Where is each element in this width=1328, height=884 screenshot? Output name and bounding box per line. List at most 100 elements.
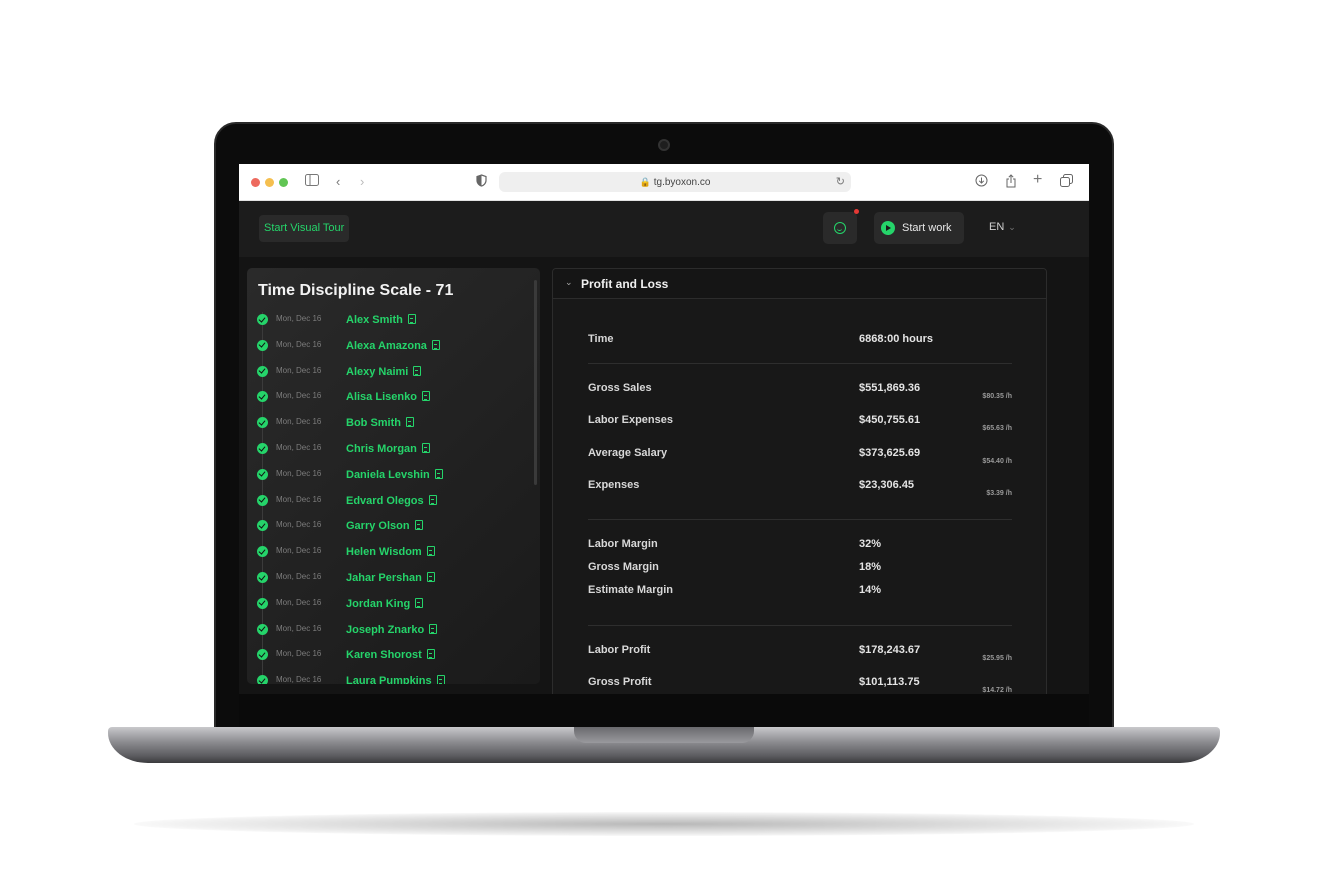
entry-date: Mon, Dec 16 xyxy=(276,623,322,633)
document-icon[interactable] xyxy=(429,623,438,634)
employee-name-link[interactable]: Joseph Znarko xyxy=(346,623,438,636)
document-icon[interactable] xyxy=(415,597,424,608)
timeline-item: Mon, Dec 16 Garry Olson xyxy=(247,520,527,540)
document-icon[interactable] xyxy=(426,572,435,582)
scrollbar[interactable] xyxy=(534,280,537,485)
document-icon[interactable] xyxy=(406,417,414,428)
employee-name-link[interactable]: Alex Smith xyxy=(346,314,416,326)
document-icon[interactable] xyxy=(413,365,422,376)
new-tab-icon[interactable]: + xyxy=(1033,172,1042,188)
employee-name-link[interactable]: Karen Shorost xyxy=(346,649,435,661)
employee-name-link[interactable]: Garry Olson xyxy=(346,520,423,532)
employee-name-link[interactable]: Jordan King xyxy=(346,597,424,610)
employee-name-link[interactable]: Alisa Lisenko xyxy=(346,391,430,403)
scale-title: Time Discipline Scale - 71 xyxy=(258,282,454,299)
address-bar[interactable]: 🔒 tg.byoxon.co ↻ xyxy=(499,172,851,192)
employee-name: Garry Olson xyxy=(346,520,410,533)
entry-date: Mon, Dec 16 xyxy=(276,443,322,452)
employee-name-link[interactable]: Helen Wisdom xyxy=(346,546,435,558)
browser-toolbar: ‹ › 🔒 tg.byoxon.co ↻ + xyxy=(239,164,1089,201)
sidebar-toggle-icon[interactable] xyxy=(305,174,319,190)
document-icon[interactable] xyxy=(421,443,430,453)
check-circle-icon xyxy=(257,339,268,351)
minimize-window-button[interactable] xyxy=(265,178,274,187)
timeline-item: Mon, Dec 16 Jahar Pershan xyxy=(247,572,527,592)
employee-name-link[interactable]: Bob Smith xyxy=(346,417,414,429)
laptop-mockup: ‹ › 🔒tg.byoxon.co ↻ + Start Visual Tour xyxy=(0,0,1328,884)
entry-date: Mon, Dec 16 xyxy=(276,597,322,607)
employee-name-link[interactable]: Chris Morgan xyxy=(346,443,430,455)
forward-icon[interactable]: › xyxy=(360,174,364,190)
document-icon[interactable] xyxy=(434,468,443,479)
entry-date: Mon, Dec 16 xyxy=(276,494,322,504)
shield-icon[interactable] xyxy=(476,174,487,191)
play-icon xyxy=(881,221,895,235)
check-circle-icon xyxy=(257,520,268,532)
start-work-label: Start work xyxy=(902,222,952,234)
average-salary-row: Average Salary $373,625.69 $54.40 /h xyxy=(588,447,1012,467)
mood-status-button[interactable] xyxy=(823,209,859,244)
share-icon[interactable] xyxy=(1005,174,1017,192)
zoom-window-button[interactable] xyxy=(279,178,288,187)
employee-name: Karen Shorost xyxy=(346,649,422,662)
employee-name: Alexy Naimi xyxy=(346,365,409,378)
entry-date: Mon, Dec 16 xyxy=(276,572,322,581)
row-label: Gross Profit xyxy=(588,676,652,688)
row-rate: $80.35 /h xyxy=(982,393,1012,400)
language-selector[interactable]: EN ⌄ xyxy=(989,221,1016,233)
employee-name-link[interactable]: Daniela Levshin xyxy=(346,468,443,481)
document-icon[interactable] xyxy=(426,546,435,557)
labor-profit-row: Labor Profit $178,243.67 $25.95 /h xyxy=(588,644,1012,664)
tabs-overview-icon[interactable] xyxy=(1060,174,1073,191)
time-row: Time 6868:00 hours xyxy=(588,333,1012,353)
labor-margin-row: Labor Margin 32% xyxy=(588,538,1012,558)
language-label: EN xyxy=(989,221,1005,233)
employee-name-link[interactable]: Laura Pumpkins xyxy=(346,675,445,684)
row-rate: $65.63 /h xyxy=(982,425,1012,432)
document-icon[interactable] xyxy=(428,494,437,505)
employee-name-link[interactable]: Alexy Naimi xyxy=(346,365,422,378)
document-icon[interactable] xyxy=(414,520,423,531)
row-label: Gross Margin xyxy=(588,561,659,573)
reload-icon[interactable]: ↻ xyxy=(836,172,845,192)
download-icon[interactable] xyxy=(975,174,988,191)
document-icon[interactable] xyxy=(436,675,445,684)
gross-profit-row: Gross Profit $101,113.75 $14.72 /h xyxy=(588,676,1012,694)
pnl-header[interactable]: ⌄ Profit and Loss xyxy=(553,269,1046,299)
check-circle-icon xyxy=(257,417,268,429)
employee-name-link[interactable]: Alexa Amazona xyxy=(346,339,440,352)
entry-date: Mon, Dec 16 xyxy=(276,520,322,530)
timeline-item: Mon, Dec 16 Joseph Znarko xyxy=(247,623,527,644)
row-value: $101,113.75 xyxy=(859,676,920,688)
document-icon[interactable] xyxy=(407,314,416,324)
entry-date: Mon, Dec 16 xyxy=(276,546,322,556)
document-icon[interactable] xyxy=(426,649,435,660)
estimate-margin-row: Estimate Margin 14% xyxy=(588,584,1012,604)
notification-dot xyxy=(854,209,859,214)
entry-date: Mon, Dec 16 xyxy=(276,649,322,659)
employee-name: Bob Smith xyxy=(346,417,401,430)
document-icon[interactable] xyxy=(421,391,430,402)
row-rate: $54.40 /h xyxy=(982,458,1012,465)
timeline-item: Mon, Dec 16 Helen Wisdom xyxy=(247,546,527,566)
close-window-button[interactable] xyxy=(251,178,260,187)
row-label: Estimate Margin xyxy=(588,584,673,596)
entry-date: Mon, Dec 16 xyxy=(276,391,322,401)
screen: ‹ › 🔒tg.byoxon.co ↻ + Start Visual Tour xyxy=(239,164,1089,694)
employee-name: Chris Morgan xyxy=(346,443,417,455)
check-circle-icon xyxy=(257,314,268,325)
employee-name-link[interactable]: Edvard Olegos xyxy=(346,494,437,507)
back-icon[interactable]: ‹ xyxy=(336,174,340,190)
employee-name-link[interactable]: Jahar Pershan xyxy=(346,572,435,584)
check-circle-icon xyxy=(257,443,268,454)
row-value: $551,869.36 xyxy=(859,382,921,394)
employee-name: Joseph Znarko xyxy=(346,623,425,636)
check-circle-icon xyxy=(257,675,268,684)
check-circle-icon xyxy=(257,468,268,480)
time-label: Time xyxy=(588,333,614,345)
start-work-button[interactable]: Start work xyxy=(874,212,964,244)
timeline-item: Mon, Dec 16 Jordan King xyxy=(247,597,527,618)
start-visual-tour-button[interactable]: Start Visual Tour xyxy=(259,215,350,242)
document-icon[interactable] xyxy=(431,339,440,350)
row-rate: $3.39 /h xyxy=(986,490,1012,497)
